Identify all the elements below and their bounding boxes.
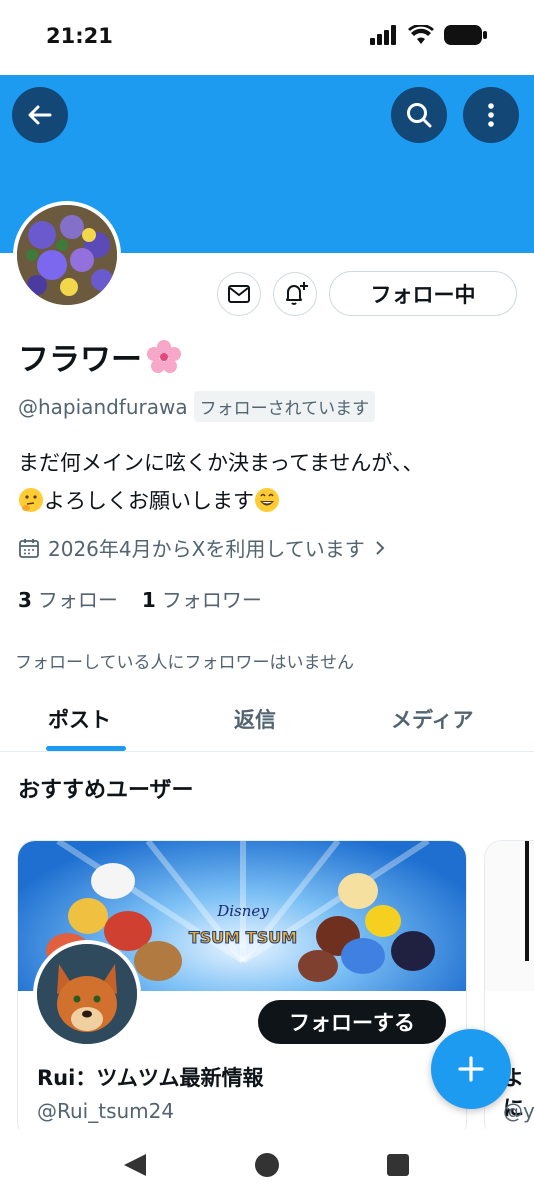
- grinning-face-icon: [255, 488, 279, 512]
- followers-count-link[interactable]: 1 フォロワー: [142, 584, 262, 613]
- followers-label: フォロワー: [161, 588, 262, 612]
- nav-back-icon[interactable]: [122, 1152, 148, 1178]
- wifi-icon: [408, 25, 434, 44]
- follow-counts: 3 フォロー 1 フォロワー: [18, 584, 262, 613]
- status-icons: [370, 24, 488, 46]
- compose-post-button[interactable]: [431, 1029, 511, 1109]
- card-2-user-handle: @y: [503, 1099, 534, 1123]
- status-time: 21:21: [46, 24, 113, 48]
- following-label: フォロー: [37, 588, 118, 612]
- chevron-right-icon: [376, 540, 385, 555]
- active-tab-indicator: [46, 746, 126, 751]
- follow-button[interactable]: フォローする: [258, 1000, 446, 1044]
- bio-line-2: よろしくお願いします: [44, 489, 254, 513]
- signal-icon: [370, 25, 396, 45]
- handle-row: @hapiandfurawa フォローされています: [18, 391, 376, 422]
- flower-avatar-image: [17, 205, 117, 305]
- search-icon: [407, 103, 432, 128]
- followers-count: 1: [141, 588, 156, 612]
- system-nav-bar: [0, 1129, 534, 1199]
- mutual-followers-note: フォローしている人にフォロワーはいません: [15, 653, 354, 673]
- nav-recents-icon[interactable]: [386, 1153, 410, 1177]
- follows-you-badge: フォローされています: [193, 391, 376, 422]
- thinking-face-icon: [19, 488, 43, 512]
- notify-button[interactable]: [273, 272, 317, 316]
- nav-home-icon[interactable]: [254, 1152, 280, 1178]
- profile-avatar[interactable]: [13, 201, 121, 309]
- card-user-name: Rui：ツムツム最新情報: [37, 1066, 264, 1090]
- search-button[interactable]: [391, 87, 447, 143]
- user-handle: @hapiandfurawa: [18, 394, 188, 419]
- message-button[interactable]: [217, 272, 261, 316]
- mail-icon: [228, 285, 250, 303]
- calendar-icon: [19, 538, 39, 558]
- back-button[interactable]: [12, 87, 68, 143]
- joined-text: 2026年4月からXを利用しています: [48, 537, 365, 561]
- bio-line-1: まだ何メインに呟くか決まってませんが、、: [18, 451, 424, 475]
- fox-avatar-image: [37, 944, 137, 1044]
- tab-posts[interactable]: ポスト: [48, 704, 111, 734]
- card-2-banner-line: [525, 841, 529, 961]
- display-name: フラワー: [18, 334, 182, 379]
- bio: まだ何メインに呟くか決まってませんが、、 よろしくお願いします: [18, 444, 518, 520]
- cherry-blossom-icon: [147, 339, 181, 373]
- bio-line-2-row: よろしくお願いします: [18, 482, 518, 520]
- status-bar: 21:21: [0, 0, 534, 75]
- banner-logo-top: Disney: [216, 902, 269, 920]
- card-2-banner: [485, 841, 534, 991]
- recommended-title: おすすめユーザー: [18, 778, 194, 803]
- profile-tabs: ポスト 返信 メディア: [0, 690, 534, 752]
- more-vertical-icon: [488, 103, 494, 127]
- following-count-link[interactable]: 3 フォロー: [18, 584, 118, 613]
- more-button[interactable]: [463, 87, 519, 143]
- banner-logo-bottom: TSUM TSUM: [189, 928, 297, 947]
- bell-plus-icon: [286, 282, 308, 305]
- battery-icon: [444, 25, 487, 45]
- card-user-handle: @Rui_tsum24: [37, 1099, 175, 1123]
- following-button[interactable]: フォロー中: [329, 271, 517, 316]
- back-arrow-icon: [28, 105, 52, 125]
- following-count: 3: [18, 588, 32, 612]
- tab-media[interactable]: メディア: [391, 704, 474, 734]
- tab-replies[interactable]: 返信: [234, 704, 276, 734]
- plus-icon: [458, 1056, 484, 1082]
- display-name-text: フラワー: [18, 342, 142, 378]
- card-avatar: [33, 940, 141, 1048]
- joined-row[interactable]: 2026年4月からXを利用しています: [18, 533, 387, 562]
